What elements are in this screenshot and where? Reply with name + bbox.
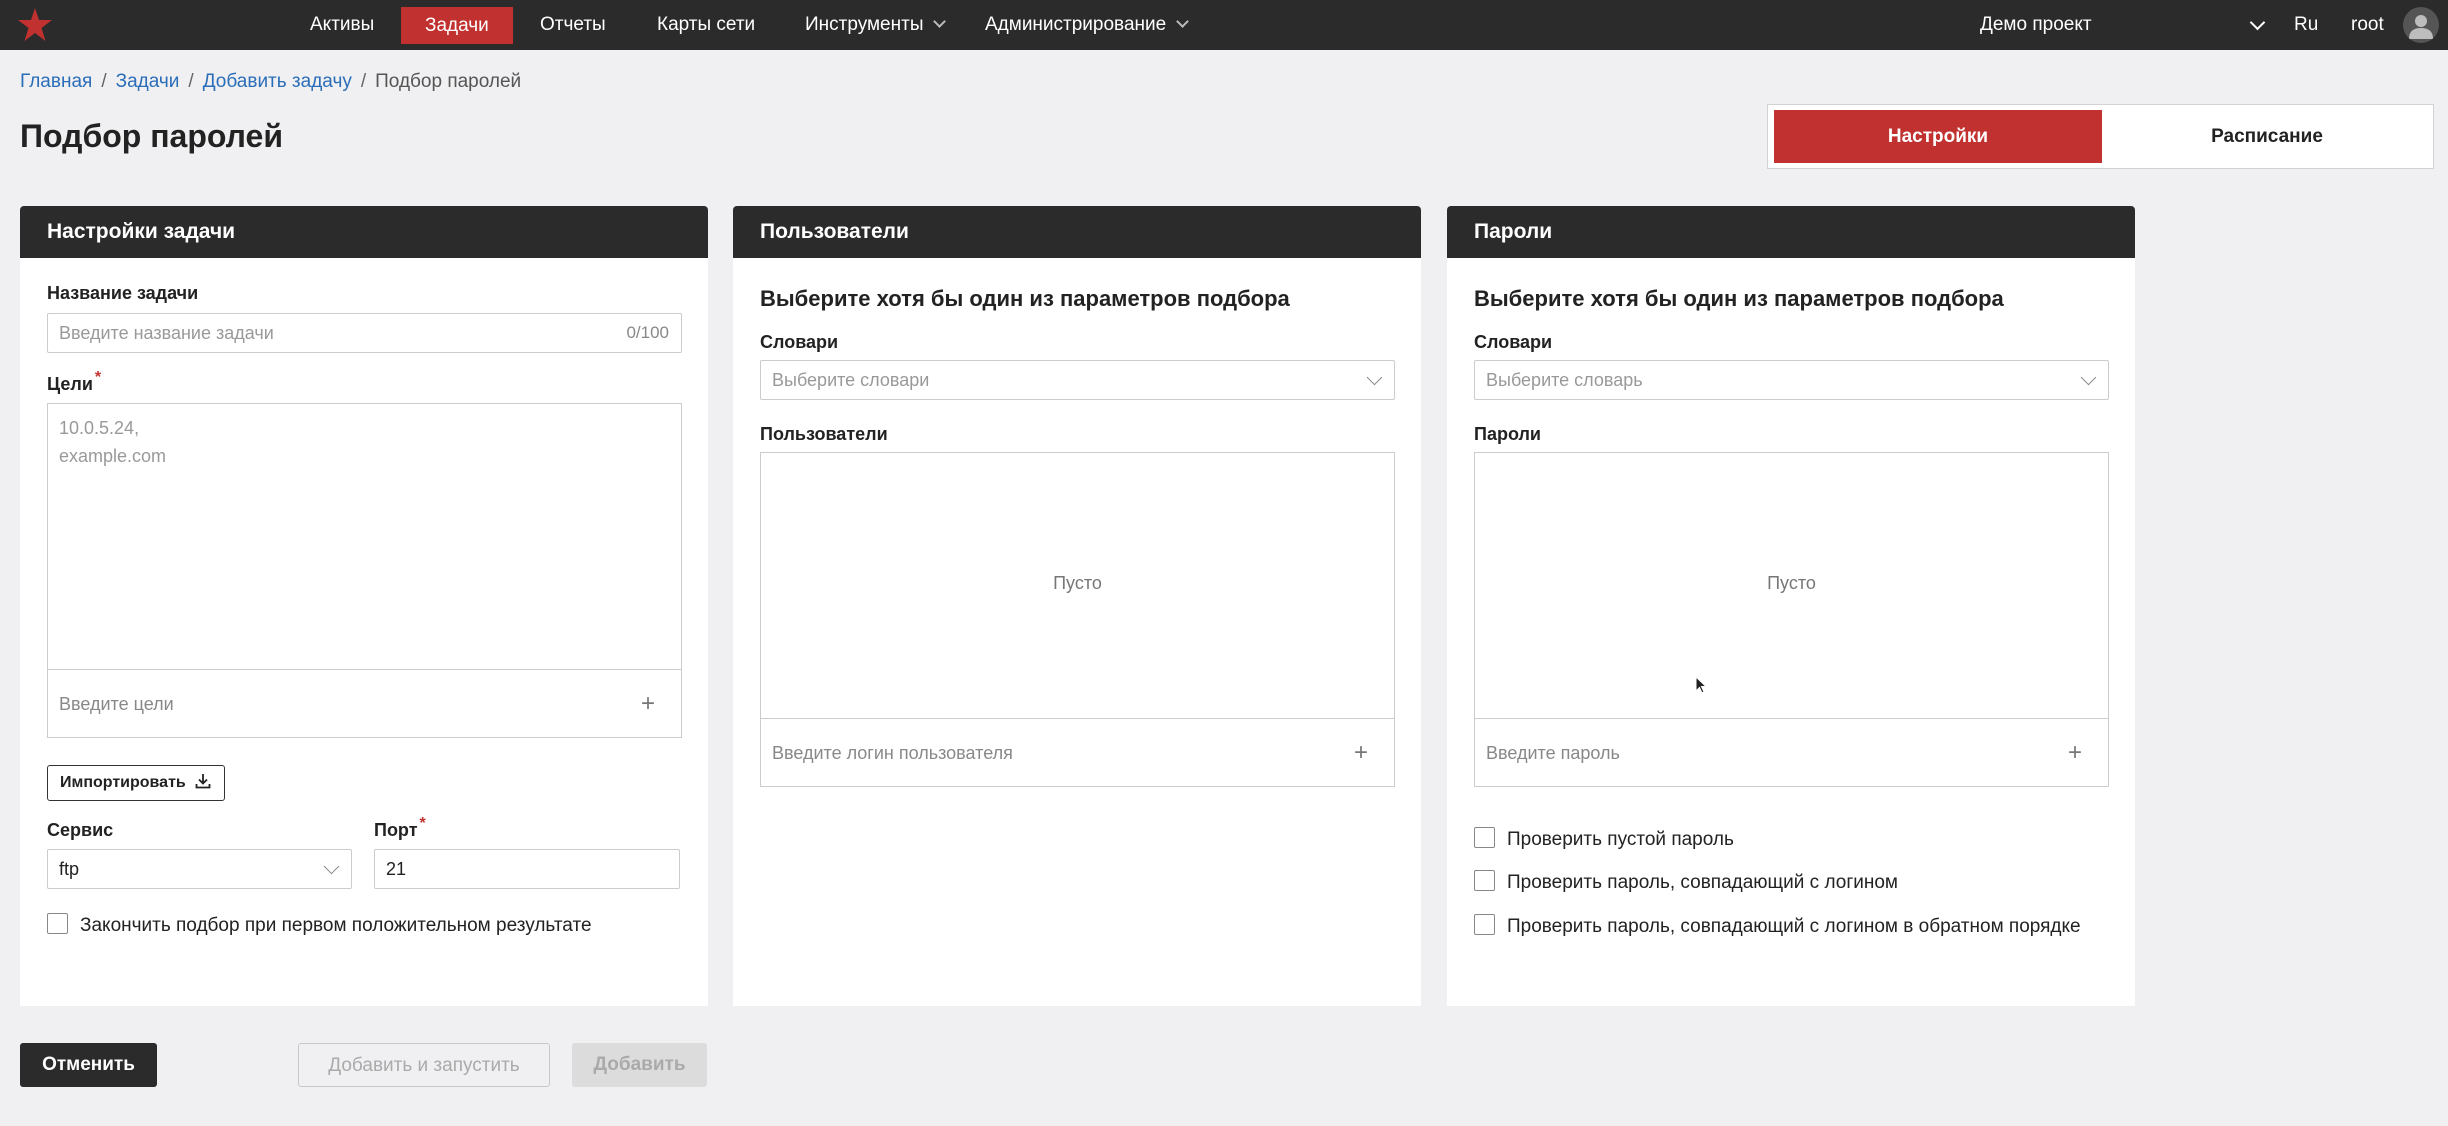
task-name-placeholder: Введите название задачи [59, 323, 274, 343]
password-input[interactable]: Введите пароль + [1475, 718, 2108, 786]
required-marker: * [419, 815, 426, 832]
users-panel: Пользователи Выберите хотя бы один из па… [733, 206, 1421, 1006]
breadcrumb-tasks[interactable]: Задачи [116, 71, 180, 92]
breadcrumb-separator: / [101, 71, 107, 92]
nav-item-administration[interactable]: Администрирование [985, 0, 1190, 50]
stop-on-first-checkbox[interactable] [47, 913, 68, 935]
check-reverse-login-row[interactable]: Проверить пароль, совпадающий с логином … [1474, 914, 2081, 938]
plus-icon[interactable]: + [1354, 719, 1368, 787]
breadcrumb-separator: / [360, 71, 367, 92]
passwords-dict-placeholder: Выберите словарь [1486, 370, 1643, 390]
panel-header: Пароли [1447, 206, 2135, 258]
chevron-down-icon [2080, 369, 2097, 386]
check-same-login-row[interactable]: Проверить пароль, совпадающий с логином [1474, 870, 1898, 894]
star-logo-icon[interactable] [16, 6, 54, 44]
users-list-label: Пользователи [760, 424, 888, 444]
chevron-down-icon [1366, 369, 1383, 386]
stop-on-first-label: Закончить подбор при первом положительно… [80, 915, 592, 936]
passwords-panel: Пароли Выберите хотя бы один из параметр… [1447, 206, 2135, 1006]
password-input-placeholder: Введите пароль [1486, 743, 1620, 763]
add-and-run-button[interactable]: Добавить и запустить [298, 1043, 550, 1087]
port-input[interactable]: 21 [374, 849, 680, 889]
port-value: 21 [386, 859, 407, 879]
users-subtitle: Выберите хотя бы один из параметров подб… [760, 286, 1290, 311]
panel-header: Настройки задачи [20, 206, 708, 258]
stop-on-first-checkbox-row[interactable]: Закончить подбор при первом положительно… [47, 913, 592, 937]
check-same-login-label: Проверить пароль, совпадающий с логином [1507, 872, 1898, 893]
port-label: Порт * [374, 815, 426, 841]
users-login-placeholder: Введите логин пользователя [772, 743, 1013, 763]
plus-icon[interactable]: + [641, 670, 655, 738]
check-empty-password-row[interactable]: Проверить пустой пароль [1474, 827, 1734, 851]
chevron-down-icon [933, 15, 947, 28]
users-dict-select[interactable]: Выберите словари [760, 360, 1395, 400]
plus-icon[interactable]: + [2068, 719, 2082, 787]
passwords-subtitle: Выберите хотя бы один из параметров подб… [1474, 286, 2004, 311]
targets-label: Цели * [47, 369, 101, 395]
passwords-list-label: Пароли [1474, 424, 1541, 444]
panel-header: Пользователи [733, 206, 1421, 258]
user-icon [2409, 15, 2433, 39]
avatar[interactable] [2403, 7, 2439, 43]
nav-item-tools[interactable]: Инструменты [805, 0, 947, 50]
passwords-list-box: Пусто Введите пароль + [1474, 452, 2109, 787]
targets-label-text: Цели [47, 374, 93, 394]
breadcrumb-home[interactable]: Главная [20, 71, 92, 92]
top-navigation-bar: Активы Задачи Отчеты Карты сети Инструме… [0, 0, 2448, 50]
nav-item-assets[interactable]: Активы [310, 0, 374, 50]
check-same-login-checkbox[interactable] [1474, 870, 1495, 892]
breadcrumb: Главная / Задачи / Добавить задачу / Подбор па… [20, 71, 521, 93]
task-settings-panel: Настройки задачи Название задачи Введите… [20, 206, 708, 1006]
chevron-down-icon [1176, 15, 1190, 28]
targets-box[interactable]: 10.0.5.24, example.com Введите цели + [47, 403, 682, 738]
mouse-cursor-icon [1695, 676, 1708, 694]
mode-toggle: Настройки Расписание [1767, 104, 2434, 169]
user-name[interactable]: root [2351, 0, 2384, 50]
check-reverse-login-checkbox[interactable] [1474, 914, 1495, 936]
users-empty-text: Пусто [1053, 573, 1102, 593]
task-name-label: Название задачи [47, 283, 199, 303]
breadcrumb-add-task[interactable]: Добавить задачу [203, 71, 352, 92]
page-title: Подбор паролей [20, 118, 283, 154]
targets-input[interactable]: Введите цели + [48, 669, 681, 737]
users-list-box: Пусто Введите логин пользователя + [760, 452, 1395, 787]
passwords-dict-label: Словари [1474, 332, 1553, 352]
chevron-down-icon[interactable] [2249, 14, 2266, 31]
tab-schedule[interactable]: Расписание [2104, 110, 2430, 163]
targets-textarea-placeholder: 10.0.5.24, example.com [59, 418, 167, 466]
breadcrumb-current: Подбор паролей [375, 71, 522, 92]
required-marker: * [94, 369, 102, 386]
cancel-button[interactable]: Отменить [20, 1043, 157, 1087]
tab-settings[interactable]: Настройки [1774, 110, 2102, 163]
users-dict-label: Словари [760, 332, 839, 352]
breadcrumb-separator: / [188, 71, 194, 92]
users-dict-placeholder: Выберите словари [772, 370, 930, 390]
nav-item-administration-label: Администрирование [985, 14, 1167, 35]
targets-input-placeholder: Введите цели [59, 694, 174, 714]
service-select[interactable]: ftp [47, 849, 352, 889]
download-icon [195, 773, 211, 789]
task-name-input[interactable]: Введите название задачи 0/100 [47, 313, 682, 353]
users-login-input[interactable]: Введите логин пользователя + [761, 718, 1394, 786]
nav-item-network-maps[interactable]: Карты сети [657, 0, 755, 50]
language-switcher[interactable]: Ru [2294, 0, 2318, 50]
service-label: Сервис [47, 820, 114, 840]
service-value: ftp [59, 859, 80, 879]
check-empty-password-checkbox[interactable] [1474, 827, 1495, 849]
passwords-dict-select[interactable]: Выберите словарь [1474, 360, 2109, 400]
import-button[interactable]: Импортировать [47, 765, 225, 801]
port-label-text: Порт [374, 820, 418, 840]
nav-item-reports[interactable]: Отчеты [540, 0, 606, 50]
add-button[interactable]: Добавить [572, 1043, 707, 1087]
check-empty-password-label: Проверить пустой пароль [1507, 829, 1734, 850]
check-reverse-login-label: Проверить пароль, совпадающий с логином … [1507, 916, 2081, 937]
project-selector[interactable]: Демо проект [1980, 0, 2092, 50]
task-name-counter: 0/100 [626, 323, 669, 342]
import-button-label: Импортировать [60, 774, 186, 791]
nav-item-tasks[interactable]: Задачи [401, 7, 513, 44]
nav-item-tools-label: Инструменты [805, 14, 924, 35]
chevron-down-icon [323, 858, 340, 875]
passwords-empty-text: Пусто [1767, 573, 1816, 593]
